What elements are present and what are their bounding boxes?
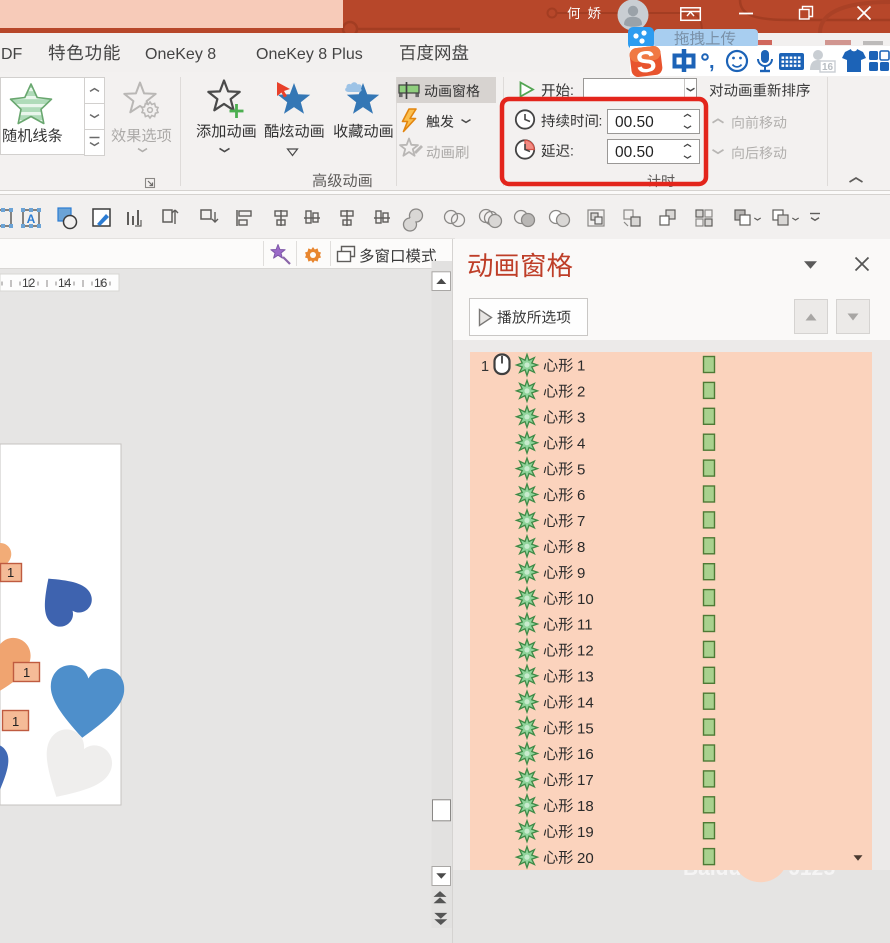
svg-text:1: 1 <box>481 359 489 375</box>
svg-text:1: 1 <box>7 565 14 580</box>
svg-text:14: 14 <box>58 276 72 290</box>
svg-text:6: 6 <box>577 487 585 504</box>
svg-text:DF: DF <box>1 46 23 63</box>
svg-text:OneKey 8: OneKey 8 <box>145 46 216 63</box>
svg-text:S: S <box>634 45 658 80</box>
svg-text:9: 9 <box>577 565 585 582</box>
svg-text:13: 13 <box>577 669 594 686</box>
svg-text:10: 10 <box>577 591 594 608</box>
svg-text:1: 1 <box>23 665 30 680</box>
svg-text:12: 12 <box>577 643 594 660</box>
svg-text::: : <box>570 82 574 98</box>
svg-text:11: 11 <box>577 617 593 634</box>
svg-text:00.50: 00.50 <box>615 114 654 131</box>
svg-text:,: , <box>709 51 715 73</box>
svg-text::: : <box>599 113 603 129</box>
svg-text:5: 5 <box>577 461 585 478</box>
svg-text::: : <box>570 143 574 159</box>
svg-text:15: 15 <box>577 720 594 737</box>
svg-text:16: 16 <box>822 62 834 73</box>
svg-text:1: 1 <box>577 358 585 375</box>
svg-text:17: 17 <box>577 772 594 789</box>
svg-text:16: 16 <box>94 276 108 290</box>
svg-text:1: 1 <box>12 714 19 729</box>
svg-text:8: 8 <box>577 539 585 556</box>
svg-text:OneKey 8 Plus: OneKey 8 Plus <box>256 46 363 63</box>
svg-text:14: 14 <box>577 694 594 711</box>
svg-text:18: 18 <box>577 798 594 815</box>
svg-text:3: 3 <box>577 410 585 427</box>
svg-text:A: A <box>27 212 36 226</box>
svg-text:2: 2 <box>577 384 585 401</box>
svg-text:4: 4 <box>577 435 585 452</box>
svg-text:16: 16 <box>577 746 594 763</box>
svg-text:19: 19 <box>577 824 594 841</box>
svg-text:00.50: 00.50 <box>615 144 654 161</box>
svg-text:12: 12 <box>22 276 36 290</box>
svg-text:7: 7 <box>577 513 585 530</box>
svg-text:20: 20 <box>577 850 594 867</box>
